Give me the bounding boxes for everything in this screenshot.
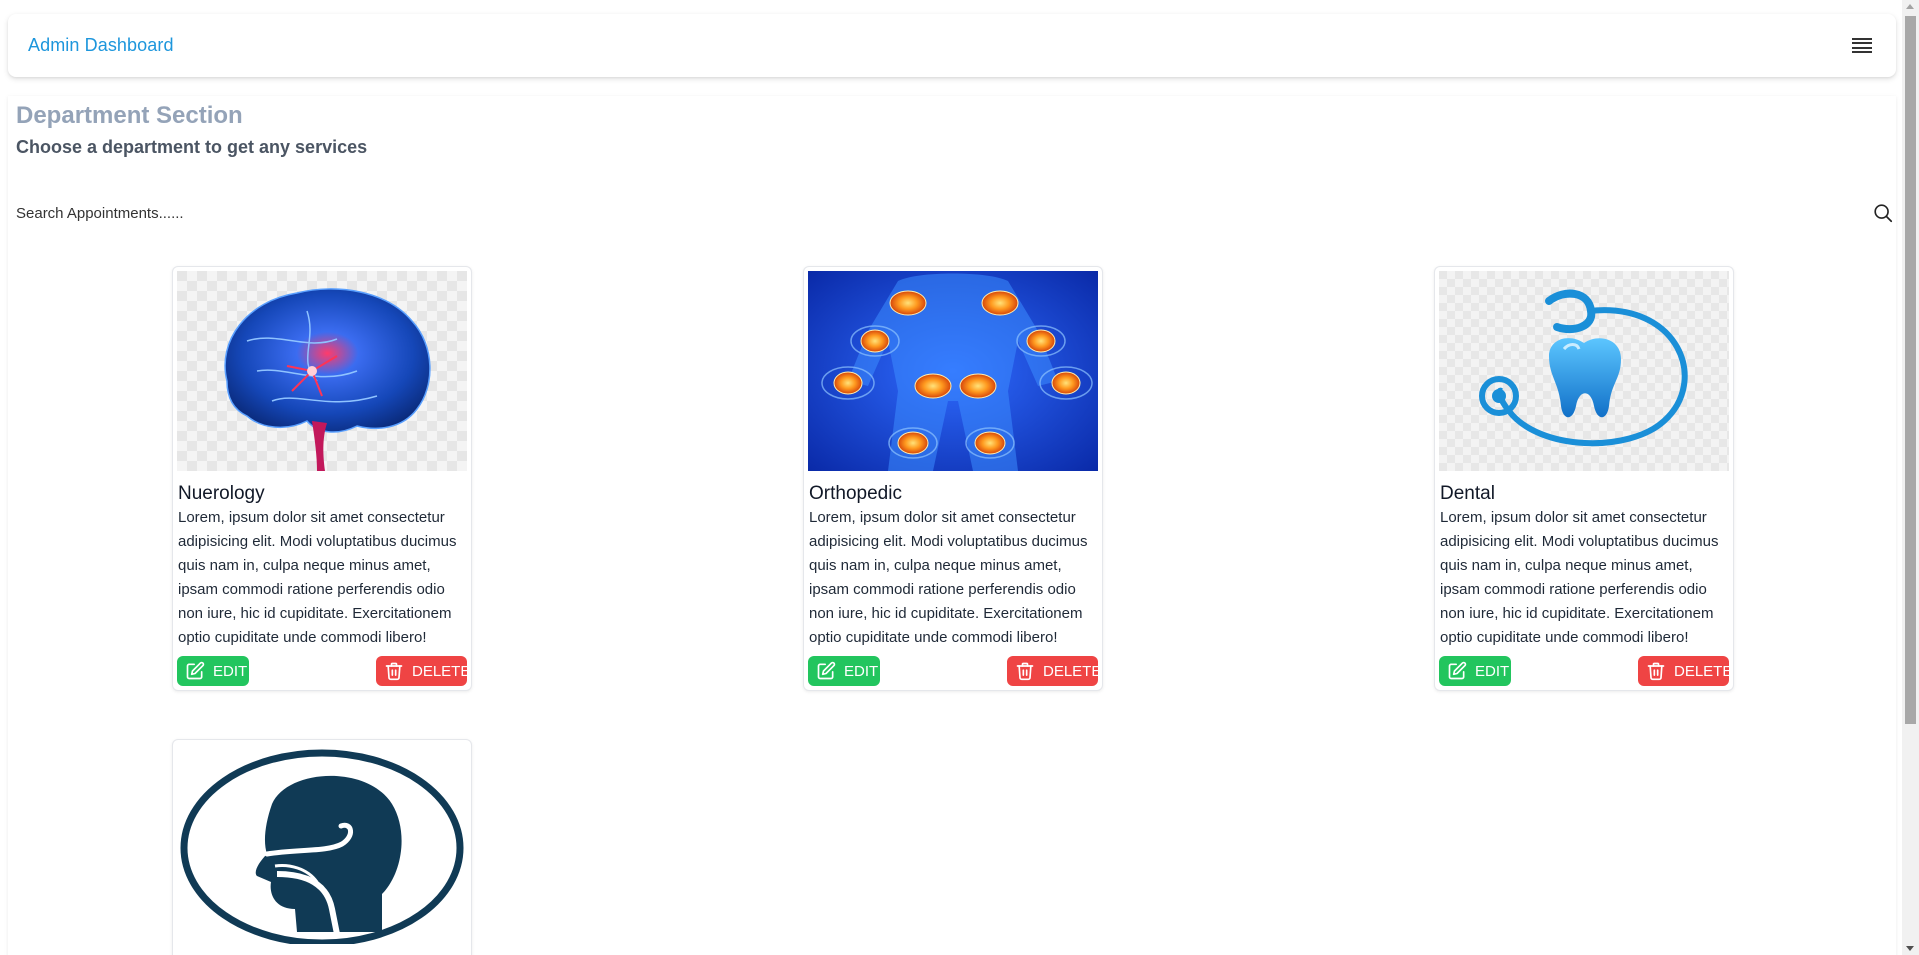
search-input[interactable] — [16, 204, 616, 222]
department-section: Department Section Choose a department t… — [8, 96, 1896, 955]
edit-button[interactable]: EDIT — [1439, 656, 1511, 686]
edit-label: EDIT — [213, 662, 248, 680]
edit-icon — [1448, 661, 1467, 680]
edit-button[interactable]: EDIT — [808, 656, 880, 686]
tooth-stethoscope-image — [1439, 271, 1729, 471]
section-title: Department Section — [16, 102, 243, 129]
delete-button[interactable]: DELETE — [1638, 656, 1733, 686]
delete-label: DELETE — [1043, 662, 1102, 680]
delete-button[interactable]: DELETE — [376, 656, 471, 686]
page-scrollbar[interactable] — [1902, 0, 1919, 955]
card-title: Dental — [1440, 483, 1495, 504]
search-bar — [16, 200, 1894, 226]
brain-image — [177, 271, 467, 471]
top-navbar: Admin Dashboard — [8, 14, 1896, 77]
delete-button[interactable]: DELETE — [1007, 656, 1102, 686]
delete-label: DELETE — [412, 662, 471, 680]
skeleton-joints-image — [808, 271, 1098, 471]
scrollbar-thumb[interactable] — [1905, 16, 1916, 724]
card-title: Orthopedic — [809, 483, 902, 504]
edit-button[interactable]: EDIT — [177, 656, 249, 686]
department-card: Nuerology Lorem, ipsum dolor sit amet co… — [172, 266, 472, 691]
trash-icon — [1647, 662, 1665, 681]
trash-icon — [385, 662, 403, 681]
card-description: Lorem, ipsum dolor sit amet consectetur … — [809, 509, 1088, 646]
edit-icon — [186, 661, 205, 680]
card-description: Lorem, ipsum dolor sit amet consectetur … — [178, 509, 457, 646]
card-title: Nuerology — [178, 483, 265, 504]
department-card: Dental Lorem, ipsum dolor sit amet conse… — [1434, 266, 1734, 691]
ent-head-image — [177, 744, 467, 944]
hamburger-menu-icon[interactable] — [1852, 37, 1872, 54]
scroll-up-icon[interactable] — [1906, 4, 1914, 9]
department-card — [172, 739, 472, 955]
delete-label: DELETE — [1674, 662, 1733, 680]
section-subtitle: Choose a department to get any services — [16, 137, 368, 157]
card-description: Lorem, ipsum dolor sit amet consectetur … — [1440, 509, 1719, 646]
trash-icon — [1016, 662, 1034, 681]
scroll-down-icon[interactable] — [1906, 946, 1914, 951]
search-icon[interactable] — [1872, 202, 1894, 224]
edit-label: EDIT — [844, 662, 879, 680]
department-card: Orthopedic Lorem, ipsum dolor sit amet c… — [803, 266, 1103, 691]
edit-label: EDIT — [1475, 662, 1510, 680]
brand-link[interactable]: Admin Dashboard — [28, 35, 174, 56]
edit-icon — [817, 661, 836, 680]
